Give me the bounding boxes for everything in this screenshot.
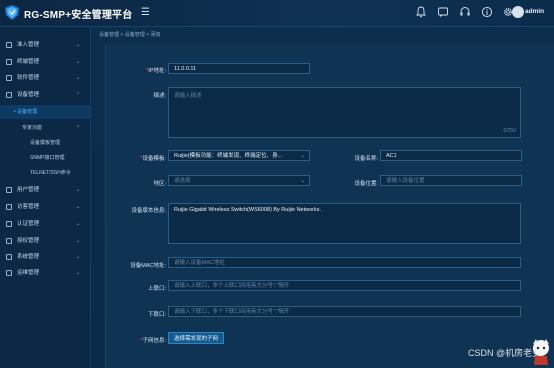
system-icon — [6, 254, 12, 260]
sidebar-item-label: 认证管理 — [17, 221, 40, 227]
ip-label: *IP地址: — [146, 68, 166, 74]
location-input[interactable]: 请输入设备位置 — [380, 175, 522, 186]
chevron-down-icon: ⌄ — [76, 221, 81, 227]
sidebar-subitem-label: TELNET/SSH命令 — [30, 170, 71, 176]
notification-icon[interactable] — [415, 6, 427, 18]
sidebar-subitem-template-manage[interactable]: 设备模板管理 — [0, 136, 90, 150]
chevron-down-icon: ⌄ — [76, 42, 81, 48]
uplink-input[interactable]: 请输入上联口，多个上联口间用英文分号";"隔开 — [168, 280, 521, 291]
sidebar-subitem-label: SNMP接口管理 — [30, 155, 65, 161]
description-label: 描述: — [153, 93, 166, 99]
sidebar-item-label: 授权管理 — [17, 238, 40, 244]
char-counter: 0/250 — [503, 128, 516, 134]
template-label: *设备模板: — [140, 156, 166, 162]
chevron-down-icon: ⌄ — [300, 153, 305, 159]
top-header: RG-SMP+安全管理平台 ☰ admin — [0, 0, 554, 27]
sidebar-item-user[interactable]: 用户管理 ⌄ — [0, 182, 90, 198]
sidebar-subitem-device-manage[interactable]: • 设备管理 — [0, 105, 90, 119]
sidebar: 准入管理 ⌄ 终端管理 ⌄ 软件管理 ⌄ 设备管理 ⌃ • 设备管理 专家功能 … — [0, 27, 91, 368]
sidebar-subitem-special-function[interactable]: 专家功能 ⌃ — [0, 121, 90, 135]
sidebar-item-auth[interactable]: 认证管理 ⌄ — [0, 216, 90, 232]
sidebar-item-label: 运维管理 — [17, 270, 40, 276]
sidebar-item-software[interactable]: 软件管理 ⌄ — [0, 70, 90, 86]
user-icon — [6, 187, 12, 193]
chevron-down-icon: ⌄ — [76, 187, 81, 193]
menu-toggle-button[interactable]: ☰ — [141, 7, 150, 18]
sidebar-subitem-snmp-manage[interactable]: SNMP接口管理 — [0, 151, 90, 165]
auth-icon — [6, 221, 12, 227]
ops-icon — [6, 270, 12, 276]
sidebar-item-access[interactable]: 准入管理 ⌄ — [0, 37, 90, 53]
sidebar-item-terminal[interactable]: 终端管理 ⌄ — [0, 54, 90, 70]
app-title: RG-SMP+安全管理平台 — [24, 10, 133, 21]
area-label: 地区: — [153, 181, 166, 187]
chevron-down-icon: ⌄ — [76, 204, 81, 210]
area-select[interactable]: 请选择 ⌄ — [168, 175, 310, 186]
main-content: 设备管理 > 设备管理 > 添加 *IP地址: 11.0.0.11 描述: 请输… — [91, 27, 554, 368]
mascot-icon — [533, 339, 549, 365]
template-select[interactable]: Ruijie(模板功能：终端发现、终端定位、身... ⌄ — [168, 150, 310, 161]
chevron-down-icon: ⌄ — [76, 238, 81, 244]
chevron-down-icon: ⌄ — [76, 270, 81, 276]
authorize-icon — [6, 238, 12, 244]
access-icon — [6, 42, 12, 48]
chevron-up-icon: ⌃ — [76, 92, 81, 98]
version-textarea[interactable]: Ruijie Gigabit Wireless Switch(WS6008) B… — [168, 203, 521, 244]
mac-label: 设备MAC地址: — [130, 263, 166, 269]
sidebar-item-label: 访客管理 — [17, 204, 40, 210]
app-logo — [5, 5, 19, 20]
sidebar-item-ops[interactable]: 运维管理 ⌄ — [0, 265, 90, 281]
template-value: Ruijie(模板功能：终端发现、终端定位、身... — [174, 153, 283, 159]
chevron-down-icon: ⌄ — [76, 254, 81, 260]
info-icon[interactable] — [481, 6, 493, 18]
terminal-icon — [6, 59, 12, 65]
sidebar-item-label: 准入管理 — [17, 42, 40, 48]
downlink-label: 下联口: — [147, 312, 166, 318]
sidebar-subitem-label: • 设备管理 — [14, 109, 38, 115]
sidebar-subitem-label: 设备模板管理 — [30, 140, 61, 146]
software-icon — [6, 75, 12, 81]
uplink-label: 上联口: — [147, 286, 166, 292]
description-placeholder: 请输入描述 — [174, 93, 202, 99]
sidebar-item-device[interactable]: 设备管理 ⌃ — [0, 87, 90, 103]
sidebar-item-label: 终端管理 — [17, 59, 40, 65]
device-name-label: 设备名称: — [354, 156, 378, 162]
chevron-up-icon: ⌃ — [76, 125, 81, 131]
headset-icon[interactable] — [459, 6, 471, 18]
sidebar-item-system[interactable]: 系统管理 ⌄ — [0, 249, 90, 265]
location-label: 设备位置: — [354, 181, 378, 187]
device-add-form: *IP地址: 11.0.0.11 描述: 请输入描述 0/250 *设备模板: … — [105, 44, 554, 368]
sidebar-item-authorize[interactable]: 授权管理 ⌄ — [0, 233, 90, 249]
sidebar-item-label: 软件管理 — [17, 75, 40, 81]
visitor-icon — [6, 204, 12, 210]
chevron-down-icon: ⌄ — [76, 75, 81, 81]
message-icon[interactable] — [437, 6, 449, 18]
ip-input[interactable]: 11.0.0.11 — [168, 63, 310, 74]
chevron-down-icon: ⌄ — [76, 59, 81, 65]
avatar[interactable] — [512, 6, 524, 18]
chevron-down-icon: ⌄ — [300, 178, 305, 184]
device-name-input[interactable]: AC1 — [380, 150, 522, 161]
area-placeholder: 请选择 — [174, 178, 191, 184]
select-subnet-button[interactable]: 选择需发现的子网 — [168, 332, 225, 344]
user-name[interactable]: admin — [525, 8, 544, 15]
description-textarea[interactable]: 请输入描述 0/250 — [168, 87, 521, 138]
mac-input[interactable]: 请输入设备MAC地址 — [168, 257, 521, 268]
breadcrumb: 设备管理 > 设备管理 > 添加 — [99, 32, 161, 38]
sidebar-item-visitor[interactable]: 访客管理 ⌄ — [0, 199, 90, 215]
version-label: 设备版本信息: — [131, 208, 166, 214]
sidebar-item-label: 用户管理 — [17, 187, 40, 193]
subnet-label: *子网信息: — [140, 338, 166, 344]
downlink-input[interactable]: 请输入下联口，多个下联口间用英文分号";"隔开 — [168, 306, 521, 317]
sidebar-subitem-label: 专家功能 — [22, 125, 43, 131]
sidebar-item-label: 系统管理 — [17, 254, 40, 260]
sidebar-item-label: 设备管理 — [17, 92, 40, 98]
device-icon — [6, 92, 12, 98]
sidebar-subitem-telnet[interactable]: TELNET/SSH命令 — [0, 166, 90, 180]
